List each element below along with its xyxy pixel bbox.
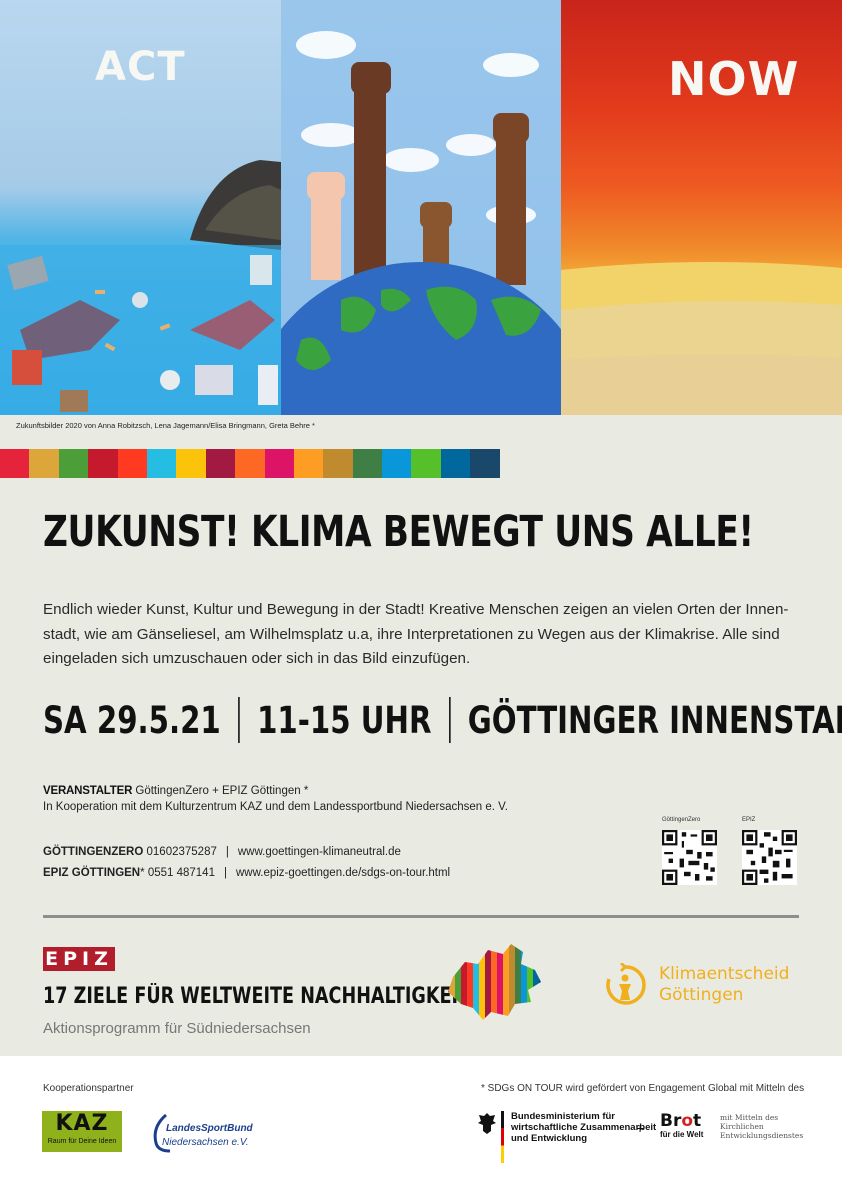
artwork-ocean-panel: ACT	[0, 0, 281, 415]
sdg-color-block	[323, 449, 353, 478]
kaz-tagline: Raum für Deine Ideen	[47, 1138, 117, 1145]
sdg-region-map-icon	[448, 944, 541, 1020]
contact-row: GÖTTINGENZERO 01602375287 | www.goettingen…	[43, 846, 401, 858]
brot-text-o: o	[681, 1111, 694, 1131]
qr-code-icon	[662, 830, 717, 885]
contact-name: GÖTTINGENZERO	[43, 846, 144, 858]
contact-row: EPIZ GÖTTINGEN* 0551 487141 | www.epiz-goe…	[43, 867, 451, 879]
contact-list: GÖTTINGENZERO 01602375287 | www.goettingen…	[43, 842, 450, 884]
organizer-info: VERANSTALTER GöttingenZero + EPIZ Göttin…	[43, 783, 508, 815]
event-separator	[238, 697, 240, 743]
organizer-label: VERANSTALTER	[43, 785, 133, 797]
brot-fuer-die-welt-logo: Brot für die Welt	[660, 1112, 703, 1139]
epiz-logo: EPIZ	[43, 947, 115, 971]
sdg-color-block	[264, 449, 294, 478]
section-divider	[43, 915, 799, 918]
page-title: ZUKUNST! KLIMA BEWEGT UNS ALLE!	[43, 507, 754, 557]
german-flag-bar	[501, 1111, 504, 1163]
contact-phone[interactable]: 0551 487141	[148, 867, 215, 879]
lsb-line2: Niedersachsen e.V.	[162, 1137, 249, 1148]
act-word: ACT	[95, 44, 186, 90]
intro-text: Endlich wieder Kunst, Kultur und Bewegun…	[43, 601, 789, 667]
program-subtitle: Aktionsprogramm für Südniedersachsen	[43, 1020, 311, 1037]
sdg-color-block	[29, 449, 59, 478]
brot-text-b: t	[693, 1111, 702, 1131]
funding-note: * SDGs ON TOUR wird gefördert von Engage…	[481, 1083, 805, 1094]
klimaentscheid-logo: Klimaentscheid Göttingen	[603, 963, 789, 1007]
sdg-color-block	[470, 449, 500, 478]
sdg-color-block	[382, 449, 412, 478]
sdg-color-block	[235, 449, 265, 478]
plus-sign: +	[636, 1120, 645, 1136]
event-details: SA 29.5.21 11-15 UHR GÖTTINGER INNENSTAD…	[43, 697, 842, 743]
qr-goettingenzero[interactable]: GöttingenZero	[662, 817, 717, 890]
klima-line1: Klimaentscheid	[659, 964, 790, 984]
kaz-logo-text: KAZ	[55, 1111, 109, 1136]
sdg-color-block	[58, 449, 89, 478]
cooperation-text: In Kooperation mit dem Kulturzentrum KAZ…	[43, 801, 508, 813]
sdg-color-block	[176, 449, 206, 478]
bmz-line2: wirtschaftliche Zusammenarbeit	[511, 1122, 657, 1133]
sdg-color-block	[146, 449, 177, 478]
sdg-color-block	[0, 449, 30, 478]
sdg-color-block	[293, 449, 324, 478]
klima-line2: Göttingen	[659, 985, 744, 1005]
sdg-color-block	[88, 449, 118, 478]
event-time: 11-15 UHR	[257, 698, 432, 742]
bmz-logo: Bundesministerium für wirtschaftliche Zu…	[477, 1111, 656, 1163]
partners-label: Kooperationspartner	[43, 1083, 134, 1094]
contact-phone[interactable]: 01602375287	[147, 846, 217, 858]
now-word: NOW	[668, 52, 800, 106]
contact-name: EPIZ GÖTTINGEN	[43, 867, 141, 879]
program-title: 17 ZIELE FÜR WELTWEITE NACHHALTIGKEIT	[43, 984, 471, 1009]
eagle-icon	[478, 1113, 496, 1134]
sdg-color-block	[352, 449, 383, 478]
artwork-fists-panel	[281, 0, 561, 415]
qr-label: EPIZ	[742, 817, 756, 823]
sdg-color-block	[205, 449, 236, 478]
partner-band	[0, 1056, 842, 1191]
sdg-color-block	[117, 449, 147, 478]
event-separator	[448, 697, 451, 743]
brot-description: mit Mitteln des Kirchlichen Entwicklungs…	[720, 1113, 804, 1140]
brot-tagline: für die Welt	[660, 1130, 704, 1139]
raised-fists-earth-illustration	[281, 31, 561, 415]
bmz-line1: Bundesministerium für	[511, 1111, 615, 1122]
contact-url[interactable]: www.goettingen-klimaneutral.de	[238, 846, 401, 858]
sdg-color-block	[440, 449, 471, 478]
qr-epiz[interactable]: EPIZ	[742, 817, 797, 890]
sdg-color-strip	[0, 449, 500, 478]
qr-label: GöttingenZero	[662, 817, 701, 823]
landessportbund-logo: LandesSportBund Niedersachsen e.V.	[150, 1113, 253, 1153]
hero-artwork: ACT NOW	[0, 0, 842, 415]
bmz-line3: und Entwicklung	[511, 1133, 587, 1144]
lsb-line1: LandesSportBund	[166, 1123, 253, 1134]
qr-code-icon	[742, 830, 797, 885]
brot-text-a: Br	[660, 1111, 682, 1131]
event-place: GÖTTINGER INNENSTADT	[467, 698, 842, 742]
event-date: SA 29.5.21	[43, 698, 221, 742]
contact-url[interactable]: www.epiz-goettingen.de/sdgs-on-tour.html	[236, 867, 450, 879]
artwork-caption: Zukunftsbilder 2020 von Anna Robitzsch, …	[16, 421, 315, 430]
kaz-logo: KAZ Raum für Deine Ideen	[42, 1111, 122, 1152]
organizer-value: GöttingenZero + EPIZ Göttingen *	[135, 785, 309, 797]
klimaentscheid-icon	[606, 963, 646, 1005]
sdg-color-block	[411, 449, 441, 478]
